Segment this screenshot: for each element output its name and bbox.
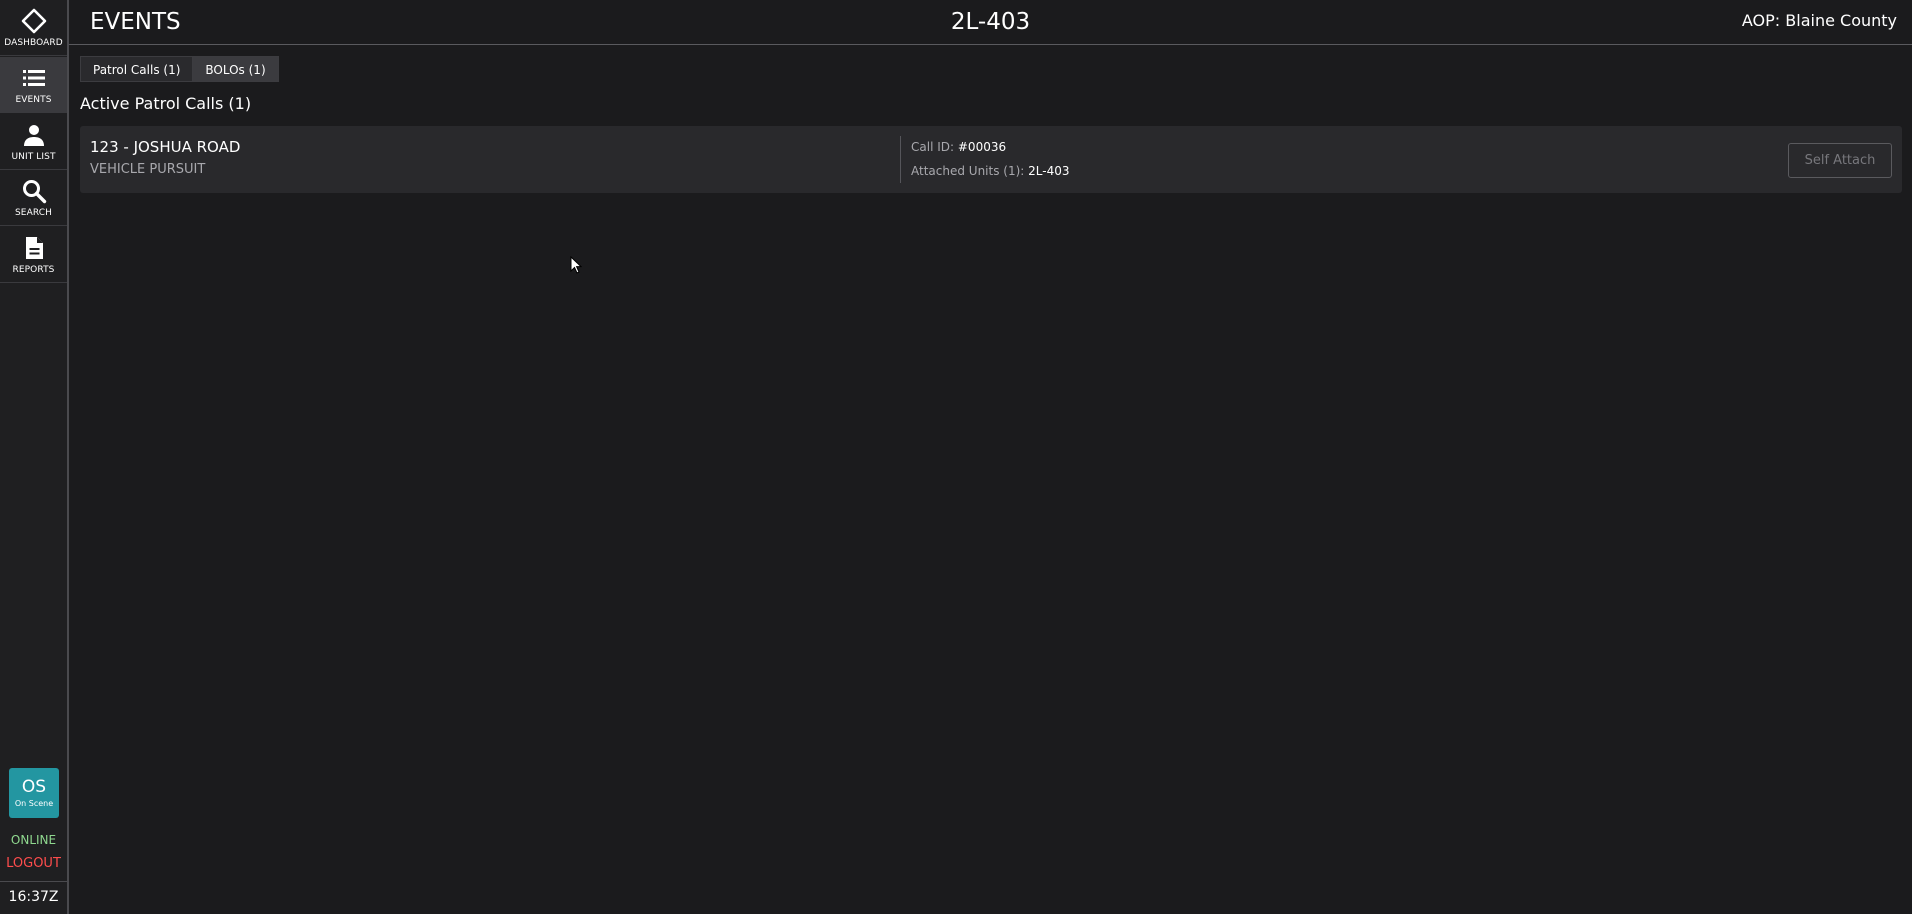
tab-bolos[interactable]: BOLOs (1): [193, 56, 279, 82]
aop-label: AOP: Blaine County: [1741, 11, 1897, 30]
call-id-row: Call ID: #00036: [911, 140, 1006, 154]
list-icon: [21, 65, 47, 91]
logout-link[interactable]: LOGOUT: [0, 856, 67, 871]
header: 2L-403 EVENTS AOP: Blaine County: [69, 0, 1912, 45]
sidebar-item-unit-list[interactable]: UNIT LIST: [0, 114, 67, 170]
sidebar-item-label: SEARCH: [14, 207, 52, 218]
search-icon: [21, 178, 47, 204]
sidebar-item-dashboard[interactable]: DASHBOARD: [0, 0, 67, 56]
status-code: OS: [21, 777, 47, 797]
attached-units-row: Attached Units (1): 2L-403: [911, 164, 1070, 178]
person-icon: [21, 122, 47, 148]
call-id-label: Call ID:: [911, 140, 955, 154]
sidebar: DASHBOARD EVENTS UNIT LIST SEARCH REPORT…: [0, 0, 69, 914]
sidebar-item-label: REPORTS: [12, 264, 55, 275]
call-address: 123 - JOSHUA ROAD: [90, 138, 241, 156]
sidebar-item-reports[interactable]: REPORTS: [0, 227, 67, 283]
attached-units-value: 2L-403: [1028, 164, 1070, 178]
status-label: On Scene: [14, 799, 54, 808]
self-attach-button[interactable]: Self Attach: [1788, 143, 1892, 178]
page-title: EVENTS: [90, 9, 181, 35]
clock: 16:37Z: [8, 889, 59, 905]
unit-status-button[interactable]: OS On Scene: [9, 768, 59, 818]
call-id-value: #00036: [957, 140, 1007, 154]
clock-divider: [0, 881, 67, 882]
card-divider: [900, 136, 901, 183]
connection-status: ONLINE: [10, 833, 57, 847]
diamond-icon: [21, 8, 47, 34]
app-root: DASHBOARD EVENTS UNIT LIST SEARCH REPORT…: [0, 0, 1912, 914]
sidebar-item-label: EVENTS: [15, 94, 52, 105]
document-icon: [21, 235, 47, 261]
unit-callsign: 2L-403: [950, 9, 1031, 35]
sidebar-item-label: UNIT LIST: [11, 151, 56, 162]
sidebar-item-events[interactable]: EVENTS: [0, 57, 67, 113]
call-card[interactable]: 123 - JOSHUA ROAD VEHICLE PURSUIT Call I…: [80, 126, 1902, 193]
mouse-cursor-icon: [570, 255, 583, 274]
tab-patrol-calls[interactable]: Patrol Calls (1): [80, 56, 194, 82]
section-title: Active Patrol Calls (1): [80, 94, 252, 113]
event-tabs: Patrol Calls (1) BOLOs (1): [80, 56, 279, 82]
attached-units-label: Attached Units (1):: [911, 164, 1025, 178]
sidebar-item-search[interactable]: SEARCH: [0, 170, 67, 226]
call-type: VEHICLE PURSUIT: [90, 162, 206, 177]
sidebar-item-label: DASHBOARD: [4, 37, 63, 48]
